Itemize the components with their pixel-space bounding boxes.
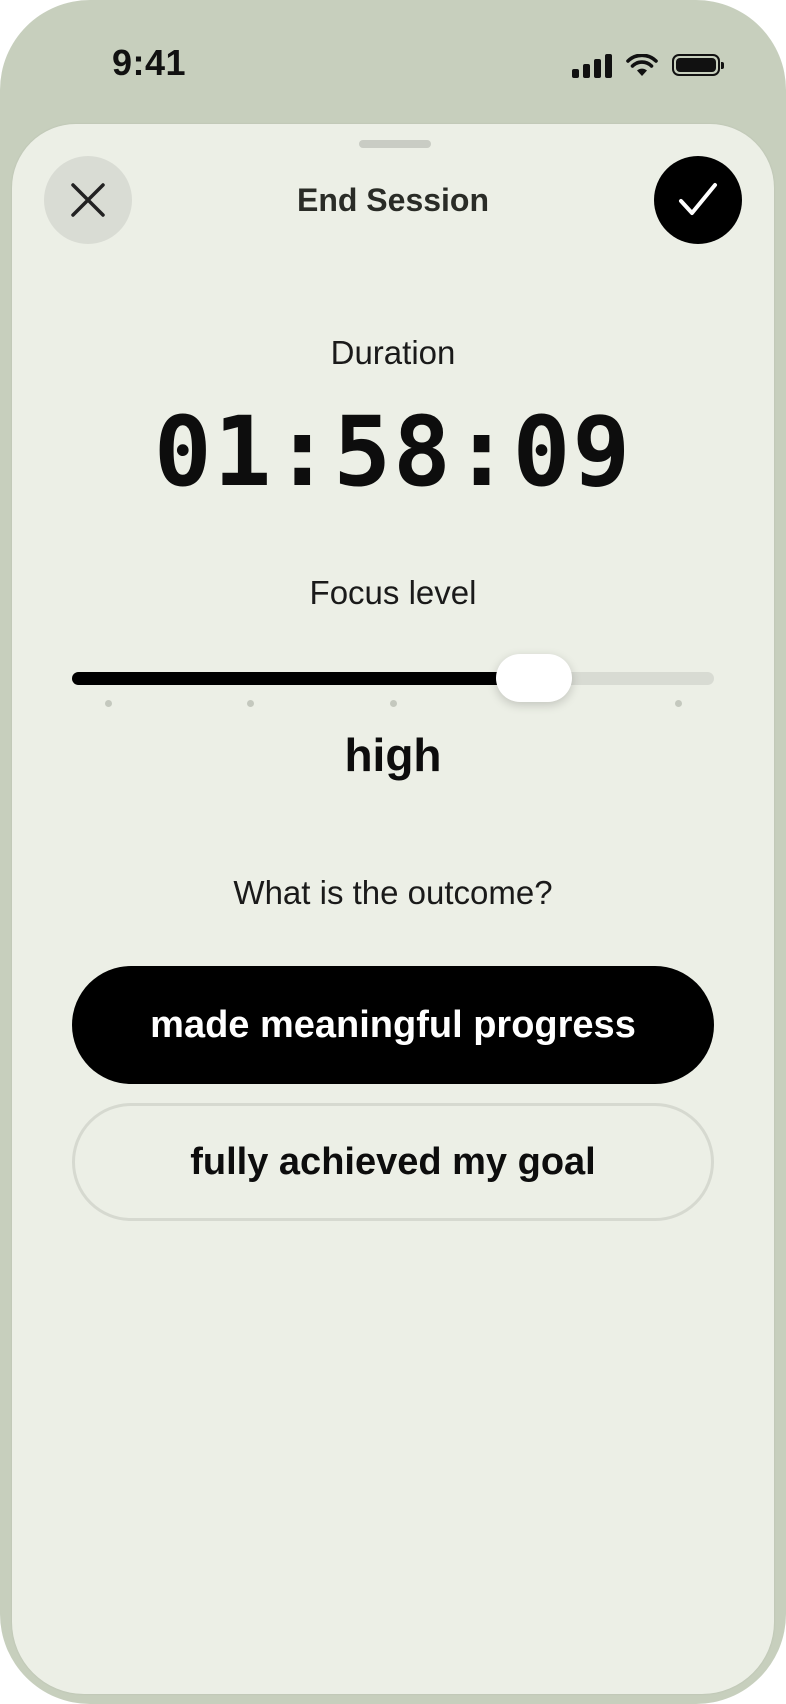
confirm-button[interactable] <box>654 156 742 244</box>
slider-thumb[interactable] <box>496 654 573 702</box>
slider-tick <box>674 700 682 707</box>
outcome-option-fully-achieved[interactable]: fully achieved my goal <box>72 1103 714 1221</box>
sheet-grabber[interactable] <box>359 140 431 148</box>
end-session-sheet: End Session Duration 01:58:09 Focus leve… <box>12 124 774 1694</box>
slider-tick <box>247 700 254 707</box>
focus-level-value: high <box>344 729 442 781</box>
wifi-icon <box>626 54 658 76</box>
duration-value: 01:58:09 <box>153 396 633 508</box>
cellular-signal-icon <box>572 54 612 78</box>
focus-level-label: Focus level <box>309 574 477 611</box>
outcome-option-label: made meaningful progress <box>150 1003 636 1046</box>
phone-screen: 9:41 End Session Duration 01:58:09 Focus… <box>0 0 786 1704</box>
status-time: 9:41 <box>112 42 187 83</box>
slider-tick <box>104 700 112 707</box>
outcome-option-label: fully achieved my goal <box>190 1140 596 1183</box>
focus-level-slider[interactable] <box>72 648 714 708</box>
outcome-option-meaningful-progress[interactable]: made meaningful progress <box>72 966 714 1084</box>
duration-label: Duration <box>330 334 456 371</box>
checkmark-icon <box>679 183 717 215</box>
slider-fill <box>72 672 535 685</box>
battery-icon <box>672 54 724 76</box>
status-icons <box>572 48 724 78</box>
outcome-question: What is the outcome? <box>233 874 553 911</box>
slider-tick <box>389 700 397 707</box>
